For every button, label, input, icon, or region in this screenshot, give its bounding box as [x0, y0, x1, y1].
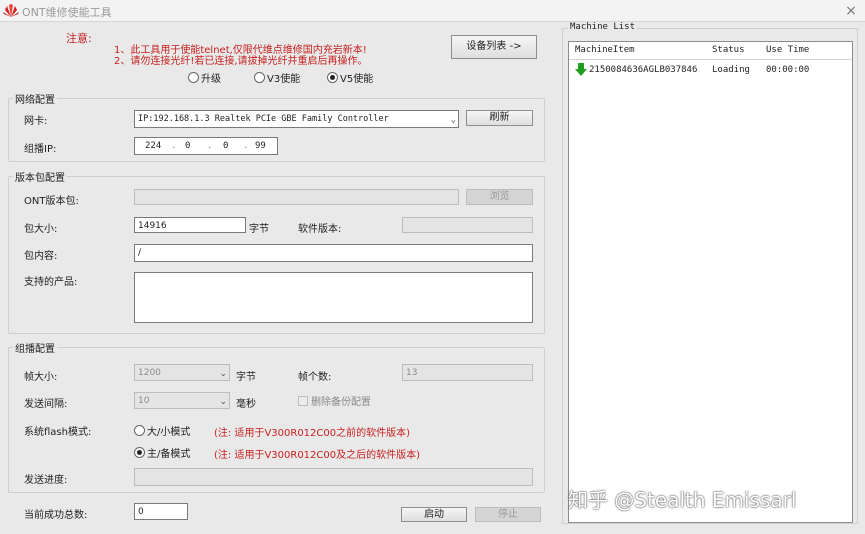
ont-package-label: ONT版本包: [24, 196, 79, 207]
close-button[interactable]: × [840, 1, 862, 21]
mode-upgrade-radio[interactable]: 升级 [188, 70, 221, 85]
ont-package-input[interactable] [134, 189, 459, 205]
radio-dot [254, 72, 265, 83]
chevron-down-icon: ⌄ [219, 397, 227, 407]
download-arrow-icon [575, 63, 587, 76]
success-total-label: 当前成功总数: [24, 510, 88, 521]
frame-count-field: 13 [402, 364, 533, 381]
frame-size-label: 帧大小: [24, 372, 58, 383]
package-content-label: 包内容: [24, 251, 58, 262]
flash-mode-label: 系统flash模式: [24, 427, 92, 438]
chevron-down-icon: ⌄ [450, 115, 456, 125]
chevron-down-icon: ⌄ [219, 369, 227, 379]
column-header-use-time[interactable]: Use Time [766, 45, 809, 55]
supported-products-label: 支持的产品: [24, 277, 78, 288]
software-version-label: 软件版本: [298, 224, 342, 235]
nic-select[interactable]: IP:192.168.1.3 Realtek PCIe GBE Family C… [134, 110, 459, 128]
radio-dot-selected [327, 72, 338, 83]
refresh-button[interactable]: 刷新 [466, 110, 533, 126]
remove-backup-checkbox[interactable]: 删除备份配置 [298, 393, 371, 408]
mode-v3-radio[interactable]: V3使能 [254, 70, 300, 85]
network-config-label: 网络配置 [13, 91, 57, 106]
flash-mode-main-backup-radio[interactable]: 主/备模式 [134, 445, 190, 460]
radio-dot-selected [134, 447, 145, 458]
package-content-field: / [134, 244, 533, 262]
nic-label: 网卡: [24, 116, 48, 127]
send-interval-label: 发送间隔: [24, 399, 68, 410]
machine-list[interactable]: MachineItem Status Use Time 2150084636AG… [568, 41, 853, 523]
notice-line-2: 2、请勿连接光纤!若已连接,请拔掉光纤并重启后再操作。 [114, 56, 368, 67]
flash-note-1: (注: 适用于V300R012C00之前的软件版本) [214, 428, 411, 439]
send-interval-unit: 毫秒 [236, 399, 256, 410]
package-size-unit: 字节 [249, 224, 269, 235]
package-size-field: 14916 [134, 217, 246, 233]
send-progress-bar [134, 468, 533, 486]
frame-size-unit: 字节 [236, 372, 256, 383]
flash-mode-large-small-radio[interactable]: 大/小模式 [134, 423, 190, 438]
frame-size-select[interactable]: 1200 ⌄ [134, 364, 230, 381]
start-button[interactable]: 启动 [401, 507, 467, 522]
software-version-field [402, 217, 533, 233]
machine-item-cell: 2150084636AGLB037846 [589, 65, 698, 75]
multicast-config-label: 组播配置 [13, 340, 57, 355]
package-size-label: 包大小: [24, 224, 58, 235]
huawei-logo-icon [3, 4, 19, 17]
device-list-button[interactable]: 设备列表 -> [451, 35, 537, 59]
watermark: 知乎 @Stealth Emissarl [568, 488, 797, 512]
flash-note-2: (注: 适用于V300R012C00及之后的软件版本) [214, 450, 421, 461]
column-header-machine-item[interactable]: MachineItem [575, 45, 635, 55]
radio-dot [134, 425, 145, 436]
multicast-ip-input[interactable]: 224 . 0 . 0 . 99 [134, 137, 278, 155]
stop-button[interactable]: 停止 [475, 507, 541, 522]
package-config-label: 版本包配置 [13, 169, 67, 184]
window-title: ONT维修使能工具 [22, 6, 112, 19]
status-cell: Loading [712, 65, 750, 75]
supported-products-field [134, 272, 533, 323]
mode-v5-radio[interactable]: V5使能 [327, 70, 373, 85]
checkbox-box [298, 395, 308, 406]
send-progress-label: 发送进度: [24, 475, 68, 486]
send-interval-select[interactable]: 10 ⌄ [134, 392, 230, 409]
frame-count-label: 帧个数: [298, 372, 332, 383]
radio-dot [188, 72, 199, 83]
machine-list-title: Machine List [568, 22, 638, 32]
success-total-field: 0 [134, 503, 188, 520]
column-header-status[interactable]: Status [712, 45, 745, 55]
title-bar: ONT维修使能工具 × [0, 0, 865, 22]
multicast-ip-label: 组播IP: [24, 144, 57, 155]
notice-label: 注意: [66, 32, 92, 45]
use-time-cell: 00:00:00 [766, 65, 810, 75]
browse-button[interactable]: 浏览 [466, 189, 533, 205]
machine-list-header: MachineItem Status Use Time [569, 42, 852, 60]
